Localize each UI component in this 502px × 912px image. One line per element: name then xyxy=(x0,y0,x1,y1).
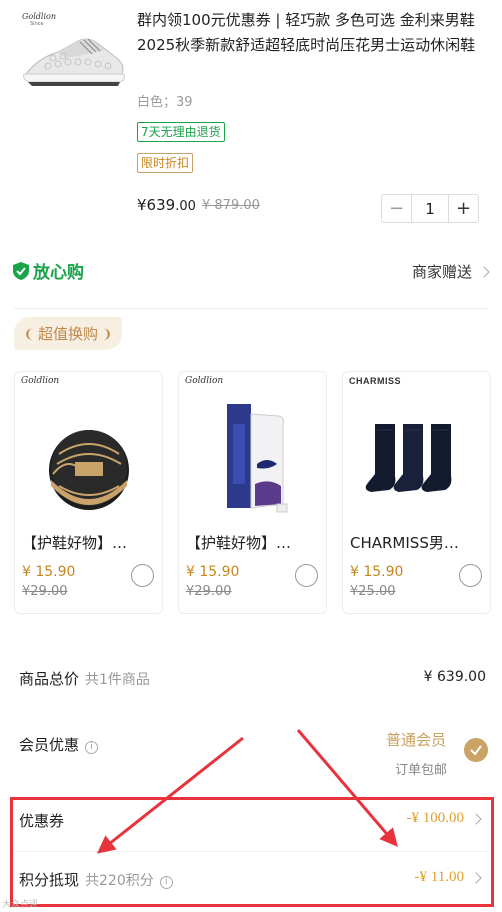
check-icon[interactable] xyxy=(464,738,488,762)
wheat-right-icon: ❩ xyxy=(102,326,113,341)
member-discount-row: 会员优惠 i xyxy=(19,734,99,755)
select-radio[interactable] xyxy=(295,564,318,587)
merchant-gift-link[interactable]: 商家赠送 xyxy=(411,261,490,282)
exchange-item-card[interactable]: Goldlion 【护鞋好物】… ¥ 15.90 ¥29.00 xyxy=(14,371,163,614)
price-decimal: .00 xyxy=(175,199,196,214)
member-note: 订单包邮 xyxy=(395,763,448,778)
divider xyxy=(14,308,488,309)
product-title[interactable]: 群内领100元优惠券 | 轻巧款 多色可选 金利来男鞋 2025秋季新款舒适超轻… xyxy=(137,8,487,58)
brand-logo-sub: Since xyxy=(30,21,44,27)
exchange-item-card[interactable]: Goldlion 【护鞋好物】… ¥ 15.90 ¥29.00 xyxy=(178,371,327,614)
increase-button[interactable]: + xyxy=(449,195,478,222)
exchange-item-price: ¥ 15.90 xyxy=(350,564,404,580)
original-price: ¥ 879.00 xyxy=(202,198,260,213)
merchant-gift-label: 商家赠送 xyxy=(411,263,472,281)
total-value: ¥ 639.00 xyxy=(423,669,486,685)
price-main: 639 xyxy=(146,196,176,214)
quantity-stepper: − 1 + xyxy=(381,194,479,223)
exchange-item-original-price: ¥25.00 xyxy=(350,584,396,599)
chevron-right-icon xyxy=(478,265,490,278)
member-discount-label: 会员优惠 xyxy=(19,736,80,754)
total-label: 商品总价 xyxy=(19,670,80,688)
limited-discount-tag: 限时折扣 xyxy=(137,153,194,173)
shield-check-icon xyxy=(13,261,29,280)
exchange-item-price: ¥ 15.90 xyxy=(22,564,76,580)
annotation-highlight-box xyxy=(10,797,494,907)
product-spec[interactable]: 白色；39 xyxy=(137,91,193,110)
exchange-item-name: 【护鞋好物】… xyxy=(22,534,128,552)
quantity-value[interactable]: 1 xyxy=(411,195,449,222)
return-policy-tag: 7天无理由退货 xyxy=(137,122,225,142)
wheat-left-icon: ❨ xyxy=(23,326,34,341)
decrease-button[interactable]: − xyxy=(382,195,411,222)
info-icon[interactable]: i xyxy=(85,741,99,754)
exchange-section-badge: ❨ 超值换购 ❩ xyxy=(14,317,122,350)
select-radio[interactable] xyxy=(131,564,154,587)
product-price: ¥639.00 xyxy=(137,196,196,214)
exchange-item-original-price: ¥29.00 xyxy=(186,584,232,599)
exchange-item-card[interactable]: CHARMISS CHARMISS男… ¥ 15.90 ¥25.00 xyxy=(342,371,491,614)
product-image[interactable]: Goldlion Since xyxy=(18,8,130,104)
assurance-badge: 放心购 xyxy=(12,258,84,283)
exchange-item-price: ¥ 15.90 xyxy=(186,564,240,580)
assurance-label: 放心购 xyxy=(33,263,84,283)
total-count: 共1件商品 xyxy=(85,672,150,688)
member-level: 普通会员 xyxy=(386,731,447,749)
exchange-item-name: 【护鞋好物】… xyxy=(186,534,292,552)
price-symbol: ¥ xyxy=(137,196,147,214)
exchange-item-original-price: ¥29.00 xyxy=(22,584,68,599)
brand-logo: CHARMISS xyxy=(349,376,402,386)
total-row: 商品总价 共1件商品 xyxy=(19,668,150,689)
brand-logo: Goldlion xyxy=(185,376,224,386)
socks-image xyxy=(365,424,452,492)
select-radio[interactable] xyxy=(459,564,482,587)
cart-product: Goldlion Since 群内领100元优惠券 | 轻巧款 多色可选 金利来… xyxy=(0,0,502,240)
brand-logo: Goldlion xyxy=(21,376,60,386)
brand-logo: Goldlion xyxy=(22,12,56,21)
shoe-cleaner-tube-image xyxy=(227,404,288,513)
watermark: 大众点评 xyxy=(2,900,39,910)
exchange-item-name: CHARMISS男… xyxy=(350,534,459,552)
exchange-badge-label: 超值换购 xyxy=(37,325,98,343)
shoe-wax-tin-image xyxy=(49,430,129,510)
